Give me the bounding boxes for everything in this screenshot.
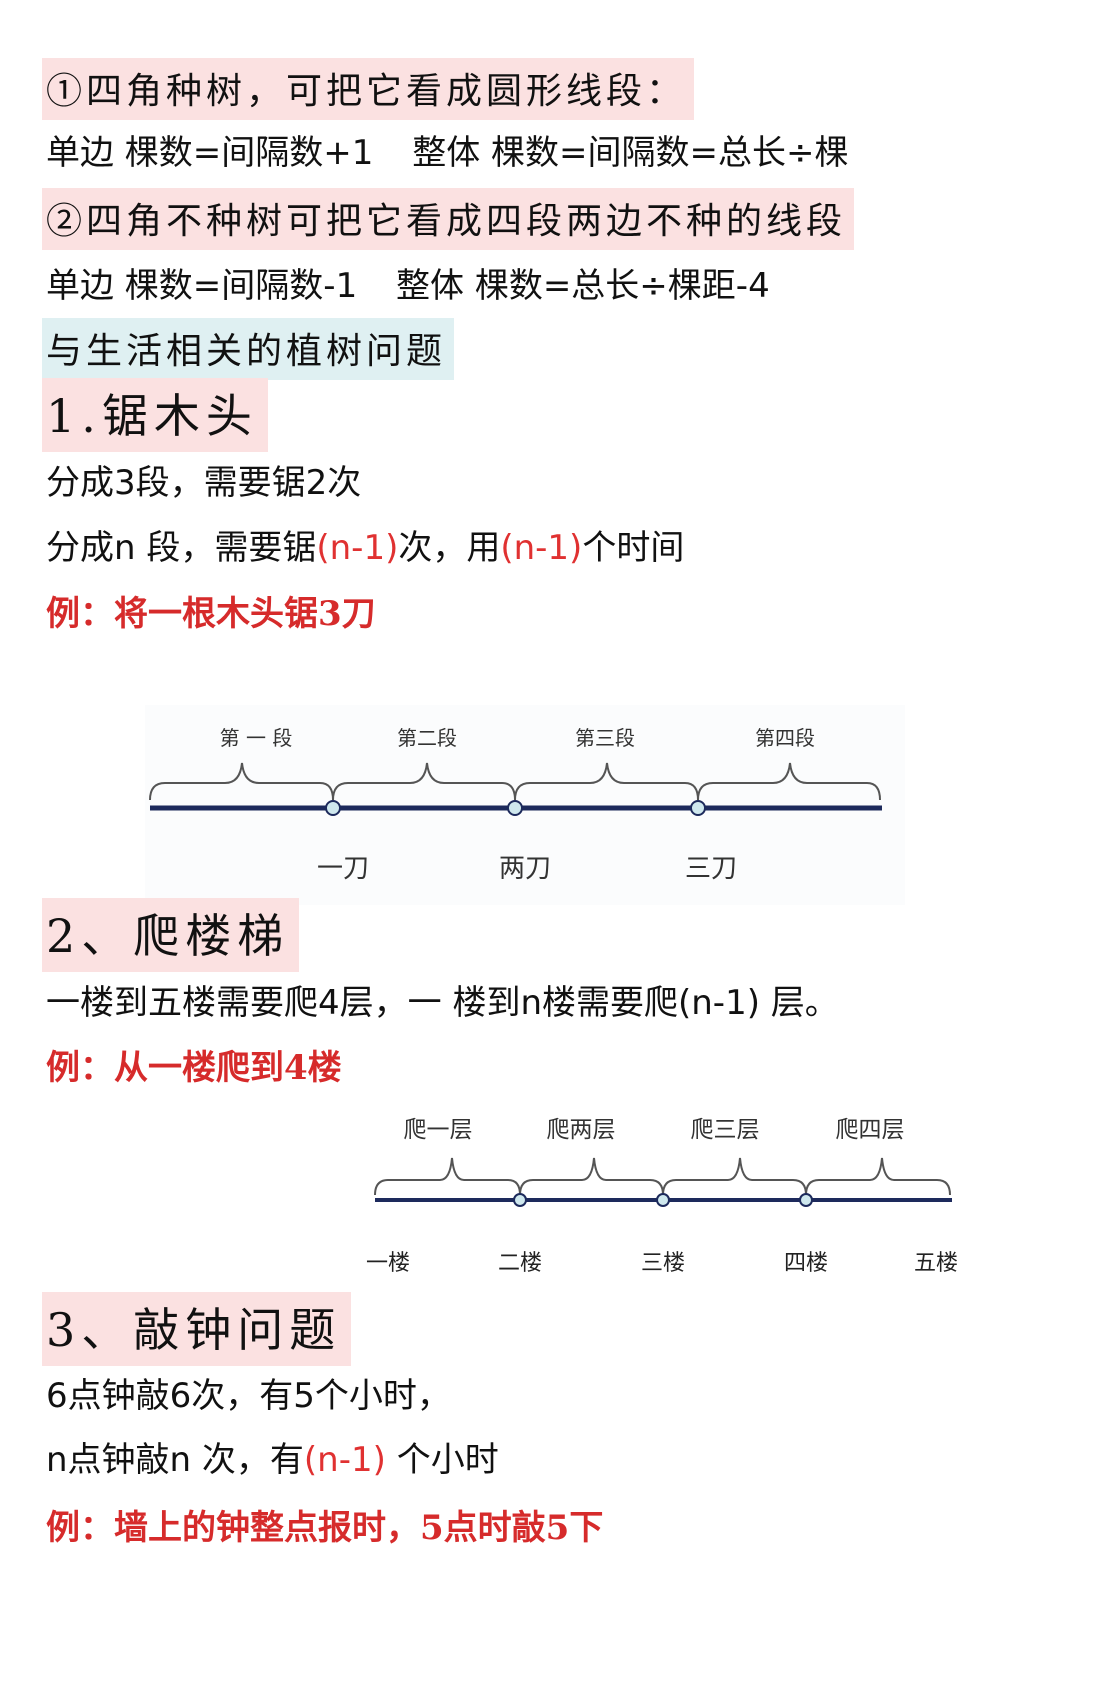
clock-line2-a: n点钟敲n 次，有	[46, 1440, 304, 1480]
stairs-brace-3	[662, 1157, 807, 1196]
saw-line2-b: 次，用	[398, 528, 501, 568]
stairs-floor-label-2: 二楼	[498, 1251, 542, 1276]
stairs-floor-label-3: 三楼	[641, 1251, 685, 1276]
rule2-formula-whole: 整体 棵数=总长÷棵距-4	[396, 266, 770, 306]
saw-cut-dot-3	[690, 800, 706, 816]
rule1-heading: ①四角种树，可把它看成圆形线段：	[42, 58, 695, 120]
rule1-formula-whole: 整体 棵数=间隔数=总长÷棵	[412, 133, 849, 173]
stairs-segment-label-4: 爬四层	[836, 1117, 905, 1143]
clock-line1: 6点钟敲6次，有5个小时，	[46, 1376, 451, 1416]
saw-cut-label-2: 两刀	[499, 854, 551, 884]
rule2-heading: ②四角不种树可把它看成四段两边不种的线段	[42, 188, 855, 250]
stairs-floor-label-5: 五楼	[914, 1251, 958, 1276]
stairs-segment-label-1: 爬一层	[404, 1117, 473, 1143]
clock-line2: n点钟敲n 次，有(n-1) 个小时	[46, 1432, 499, 1481]
stairs-floor-label-1: 一楼	[366, 1251, 410, 1276]
saw-segment-label-4: 第四段	[755, 726, 815, 750]
rule1-formula-single: 单边 棵数=间隔数+1	[46, 133, 374, 173]
clock-line2-b: 个小时	[385, 1440, 499, 1480]
saw-line2-red1: (n-1)	[316, 528, 399, 568]
saw-segment-label-3: 第三段	[575, 726, 635, 750]
saw-line1: 分成3段，需要锯2次	[46, 463, 362, 503]
stairs-diagram: 爬一层 爬两层 爬三层 爬四层 一楼 二楼 三楼 四楼 五楼	[366, 1117, 958, 1276]
saw-line2-c: 个时间	[582, 528, 685, 568]
saw-cut-label-3: 三刀	[685, 854, 737, 884]
stairs-example: 例：从一楼爬到4楼	[46, 1048, 342, 1088]
stairs-line1: 一楼到五楼需要爬4层，一 楼到n楼需要爬(n-1) 层。	[46, 983, 839, 1023]
stairs-dot-3	[799, 1193, 813, 1207]
rule1-formulas: 单边 棵数=间隔数+1 整体 棵数=间隔数=总长÷棵	[46, 125, 849, 174]
saw-example: 例：将一根木头锯3刀	[46, 594, 376, 634]
saw-line2: 分成n 段，需要锯(n-1)次，用(n-1)个时间	[46, 520, 684, 569]
stairs-brace-2	[519, 1157, 664, 1196]
saw-line2-red2: (n-1)	[500, 528, 583, 568]
saw-cut-dot-1	[325, 800, 341, 816]
saw-line2-a: 分成n 段，需要锯	[46, 528, 317, 568]
rule2-formula-single: 单边 棵数=间隔数-1	[46, 266, 358, 306]
clock-title: 3、敲钟问题	[42, 1292, 352, 1366]
saw-title: 1.锯木头	[42, 378, 268, 452]
saw-cut-label-1: 一刀	[317, 854, 369, 884]
stairs-dot-1	[513, 1193, 527, 1207]
stairs-segment-label-2: 爬两层	[547, 1117, 616, 1143]
stairs-floor-label-4: 四楼	[784, 1251, 828, 1276]
saw-cut-dot-2	[507, 800, 523, 816]
life-section-title: 与生活相关的植树问题	[42, 318, 455, 380]
stairs-brace-1	[374, 1157, 521, 1196]
saw-segment-label-2: 第二段	[397, 726, 457, 750]
stairs-title: 2、爬楼梯	[42, 898, 300, 972]
stairs-dot-2	[656, 1193, 670, 1207]
clock-example: 例：墙上的钟整点报时，5点时敲5下	[46, 1508, 604, 1548]
stairs-segment-label-3: 爬三层	[691, 1117, 760, 1143]
rule2-formulas: 单边 棵数=间隔数-1 整体 棵数=总长÷棵距-4	[46, 258, 770, 307]
saw-diagram: 第 一 段 第二段 第三段 第四段 一刀 两刀 三刀	[145, 705, 905, 905]
saw-segment-label-1: 第 一 段	[220, 726, 293, 750]
clock-line2-red: (n-1)	[303, 1440, 386, 1480]
stairs-brace-4	[805, 1157, 951, 1196]
